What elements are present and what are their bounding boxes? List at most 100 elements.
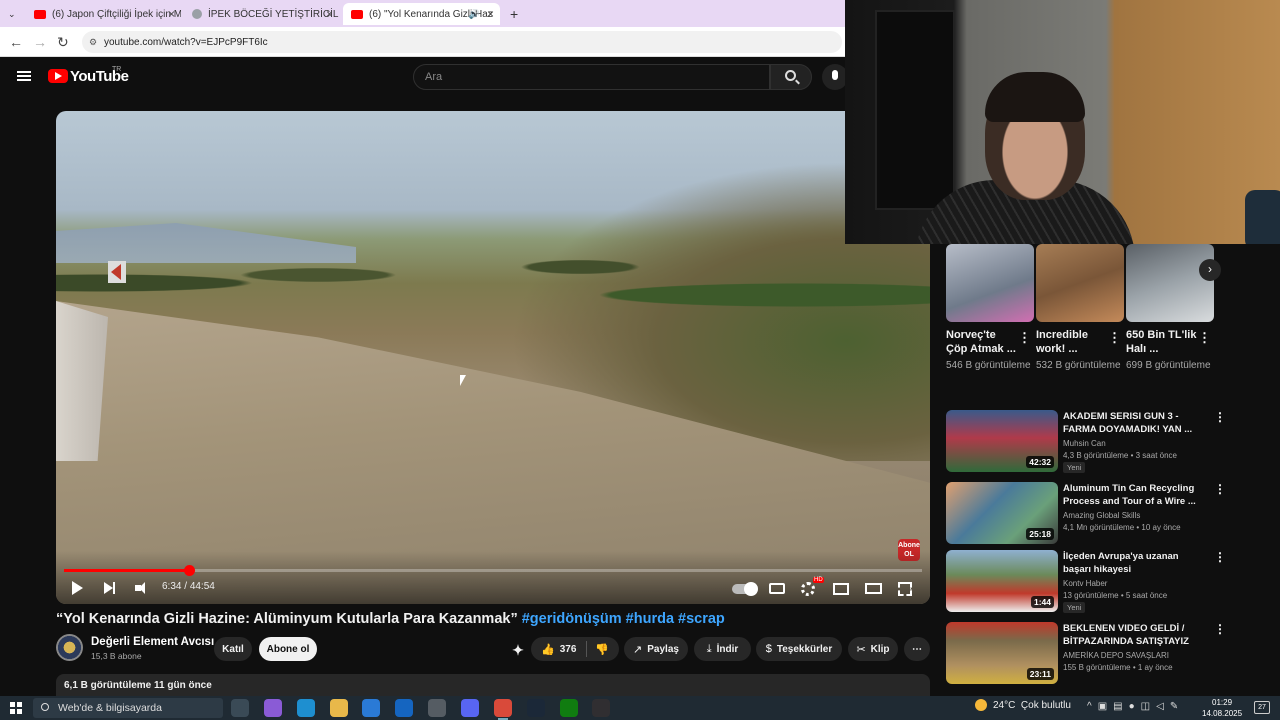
subtitles-icon[interactable] <box>769 583 785 594</box>
join-button[interactable]: Katıl <box>214 637 252 661</box>
file-explorer-icon[interactable] <box>330 699 348 717</box>
obs-icon[interactable] <box>592 699 610 717</box>
volume-icon[interactable] <box>135 582 145 594</box>
calculator-icon[interactable] <box>428 699 446 717</box>
theater-mode-icon[interactable] <box>865 583 882 594</box>
steam-icon[interactable] <box>527 699 545 717</box>
windows-start-icon[interactable] <box>10 702 22 714</box>
fullscreen-icon[interactable] <box>898 582 912 596</box>
video-thumbnail[interactable]: 23:11 <box>946 622 1058 684</box>
shorts-thumbnail[interactable] <box>946 244 1034 322</box>
microphone-icon[interactable]: ● <box>1129 701 1141 712</box>
volume-icon[interactable]: ◁ <box>1156 701 1170 712</box>
clock[interactable]: 01:29 14.08.2025 <box>1202 697 1242 719</box>
xbox-icon[interactable] <box>560 699 578 717</box>
like-count[interactable]: 376 <box>560 644 577 655</box>
thumbs-down-icon[interactable]: 👎 <box>595 643 609 656</box>
task-view-icon[interactable] <box>231 699 249 717</box>
share-button[interactable]: ↗ Paylaş <box>624 637 688 661</box>
channel-name[interactable]: Muhsin Can <box>1063 439 1106 448</box>
more-vertical-icon[interactable]: ⋮ <box>1198 330 1211 346</box>
forward-icon[interactable]: → <box>33 34 47 50</box>
download-button[interactable]: ⤓ İndir <box>694 637 751 661</box>
shorts-card[interactable]: Norveç'te Çöp Atmak ... 546 B görüntülem… <box>946 244 1034 372</box>
shorts-thumbnail[interactable] <box>1036 244 1124 322</box>
next-video-icon[interactable] <box>104 582 115 594</box>
shorts-card[interactable]: Incredible work! ... 532 B görüntüleme ⋮ <box>1036 244 1124 372</box>
video-title-link[interactable]: BEKLENEN VIDEO GELDİ / BİTPAZARINDA SATI… <box>1063 622 1203 648</box>
video-thumbnail[interactable]: 42:32 <box>946 410 1058 472</box>
copilot-icon[interactable] <box>264 699 282 717</box>
progress-scrubber[interactable] <box>184 565 196 576</box>
url-field[interactable]: ⚙ youtube.com/watch?v=EJPcP9FT6Ic <box>82 31 842 53</box>
more-vertical-icon[interactable]: ⋮ <box>1214 482 1226 496</box>
clip-button[interactable]: ✂ Klip <box>848 637 898 661</box>
video-thumbnail[interactable]: 25:18 <box>946 482 1058 544</box>
play-icon[interactable] <box>72 581 83 595</box>
more-vertical-icon[interactable]: ⋮ <box>1108 330 1121 346</box>
network-icon[interactable]: ◫ <box>1141 701 1156 712</box>
recommendation-item[interactable]: 1:44 İlçeden Avrupa'ya uzanan başarı hik… <box>946 550 1226 613</box>
recommendation-item[interactable]: 42:32 AKADEMI SERISI GUN 3 - FARMA DOYAM… <box>946 410 1226 473</box>
video-title-link[interactable]: Aluminum Tin Can Recycling Process and T… <box>1063 482 1203 508</box>
weather-widget[interactable]: 24°C Çok bulutlu <box>975 699 1071 711</box>
youtube-logo-icon[interactable] <box>48 69 68 83</box>
outlook-icon[interactable] <box>395 699 413 717</box>
more-vertical-icon[interactable]: ⋮ <box>1214 622 1226 636</box>
system-tray[interactable]: ^▣▤●◫◁✎ <box>1087 701 1184 712</box>
close-icon[interactable]: × <box>487 7 494 21</box>
settings-gear-icon[interactable] <box>801 582 815 596</box>
edge-icon[interactable] <box>297 699 315 717</box>
thumbs-up-icon[interactable]: 👍 <box>541 643 555 656</box>
tray-app-icon[interactable]: ▣ <box>1098 701 1113 712</box>
more-vertical-icon[interactable]: ⋮ <box>1214 550 1226 564</box>
shorts-title[interactable]: Norveç'te Çöp Atmak ... <box>946 328 1018 356</box>
site-info-icon[interactable]: ⚙ <box>89 37 97 48</box>
close-icon[interactable]: × <box>326 7 333 21</box>
more-vertical-icon[interactable]: ⋮ <box>1214 410 1226 424</box>
hashtag-links[interactable]: #geridönüşüm #hurda #scrap <box>522 611 725 627</box>
discord-icon[interactable] <box>461 699 479 717</box>
notification-center-button[interactable]: 27 <box>1254 701 1270 714</box>
video-player[interactable]: Abone OL 6:34 / 44:54 HD <box>56 111 930 604</box>
channel-avatar[interactable] <box>56 634 83 661</box>
tab-1[interactable]: (6) Japon Çiftçiliği İpek için Mily × <box>26 3 181 25</box>
shorts-title[interactable]: Incredible work! ... <box>1036 328 1108 356</box>
more-vertical-icon[interactable]: ⋮ <box>1018 330 1031 346</box>
channel-name[interactable]: Değerli Element Avcısı <box>91 636 214 648</box>
channel-name[interactable]: AMERİKA DEPO SAVAŞLARI <box>1063 651 1169 660</box>
description-box[interactable]: 6,1 B görüntüleme 11 gün önce <box>56 674 930 696</box>
taskbar-search-input[interactable]: Web'de & bilgisayarda <box>33 698 223 718</box>
tray-app-icon[interactable]: ▤ <box>1113 701 1128 712</box>
pen-icon[interactable]: ✎ <box>1170 701 1184 712</box>
channel-name[interactable]: Kontv Haber <box>1063 579 1107 588</box>
video-thumbnail[interactable]: 1:44 <box>946 550 1058 612</box>
progress-bar[interactable] <box>64 565 922 576</box>
recommendation-item[interactable]: 25:18 Aluminum Tin Can Recycling Process… <box>946 482 1226 544</box>
shorts-title[interactable]: 650 Bin TL'lik Halı ... <box>1126 328 1198 356</box>
thanks-button[interactable]: $ Teşekkürler <box>756 637 842 661</box>
more-actions-button[interactable]: ⋯ <box>904 637 930 661</box>
shelf-next-button[interactable]: › <box>1199 259 1221 281</box>
chrome-icon[interactable] <box>494 699 512 720</box>
new-tab-button[interactable]: + <box>502 3 522 25</box>
store-icon[interactable] <box>362 699 380 717</box>
tab-3-active[interactable]: (6) "Yol Kenarında Gizli Haz 🔊 × <box>343 3 500 25</box>
search-input[interactable]: Ara <box>413 64 770 90</box>
hamburger-menu-icon[interactable] <box>17 71 31 81</box>
search-button[interactable] <box>770 64 812 90</box>
video-title-link[interactable]: AKADEMI SERISI GUN 3 - FARMA DOYAMADIK! … <box>1063 410 1203 436</box>
video-title-link[interactable]: İlçeden Avrupa'ya uzanan başarı hikayesi <box>1063 550 1203 576</box>
autoplay-toggle[interactable] <box>732 582 758 596</box>
audio-playing-icon[interactable]: 🔊 <box>469 9 480 20</box>
chevron-up-icon[interactable]: ^ <box>1087 701 1098 712</box>
subscribe-button[interactable]: Abone ol <box>259 637 317 661</box>
channel-name[interactable]: Amazing Global Skills <box>1063 511 1140 520</box>
close-icon[interactable]: × <box>168 7 175 21</box>
recommendation-item[interactable]: 23:11 BEKLENEN VIDEO GELDİ / BİTPAZARIND… <box>946 622 1226 684</box>
reload-icon[interactable]: ↻ <box>57 34 69 51</box>
tab-search-button[interactable]: ⌄ <box>0 3 24 25</box>
ask-sparkle-button[interactable]: ✦ <box>508 638 528 662</box>
back-icon[interactable]: ← <box>9 34 23 50</box>
shorts-thumbnail[interactable] <box>1126 244 1214 322</box>
